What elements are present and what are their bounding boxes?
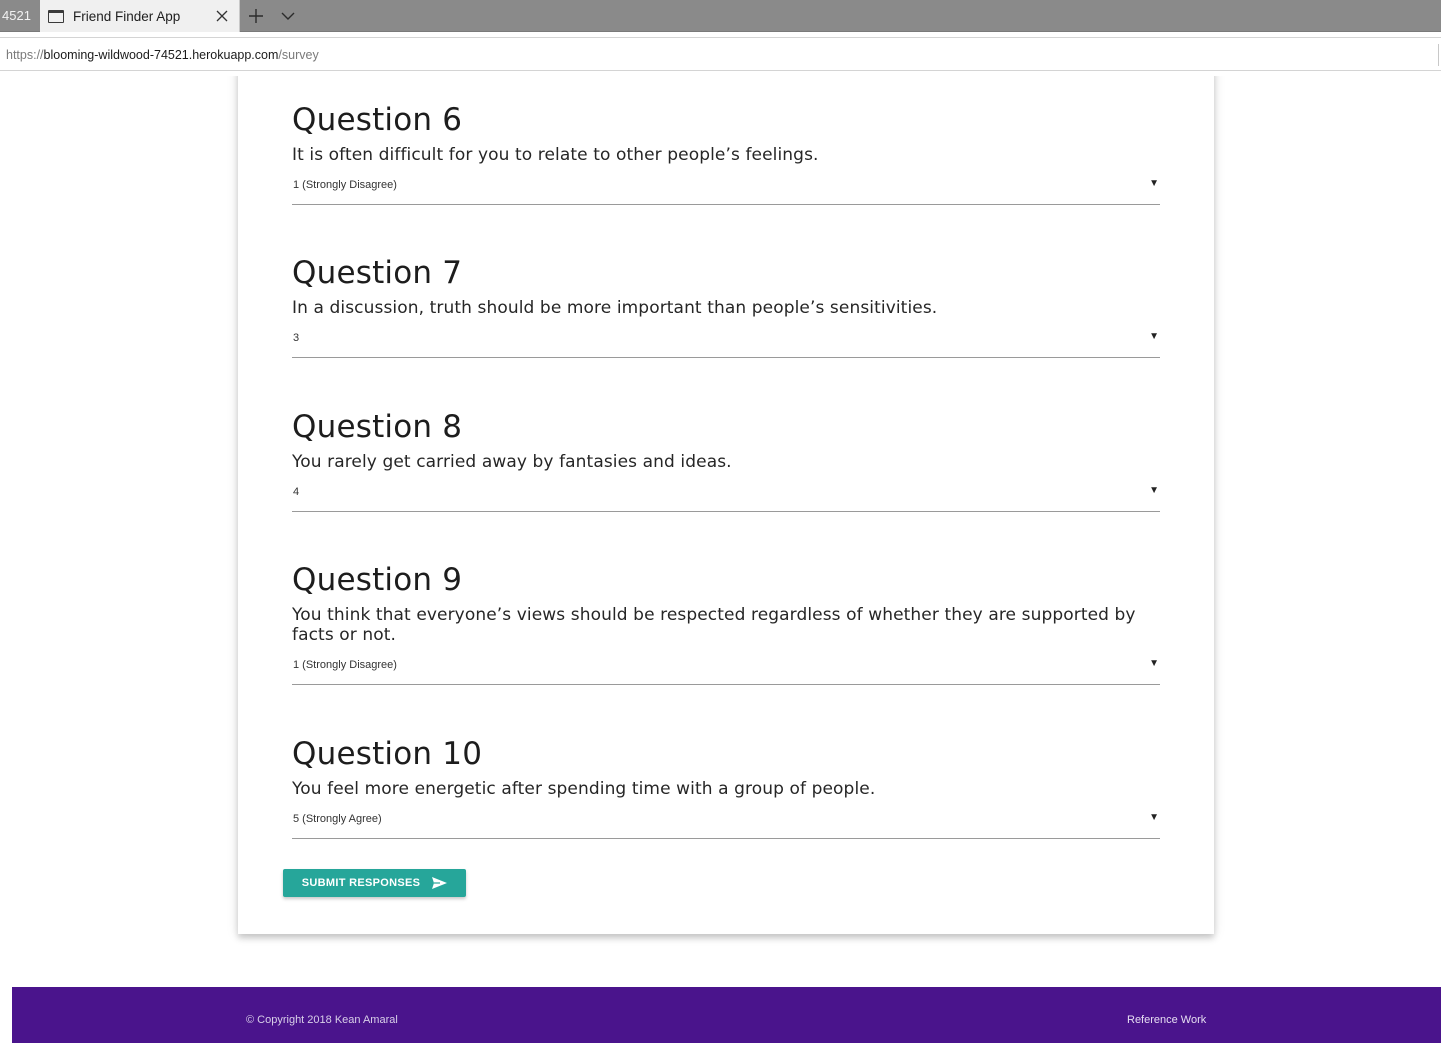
address-bar-divider bbox=[1438, 44, 1439, 66]
selected-value: 1 (Strongly Disagree) bbox=[293, 659, 397, 671]
question-title: Question 10 bbox=[292, 736, 483, 772]
active-tab[interactable]: Friend Finder App bbox=[40, 0, 240, 32]
submit-label: SUBMIT RESPONSES bbox=[301, 877, 421, 889]
close-tab-icon[interactable] bbox=[211, 0, 233, 32]
url-text[interactable]: https://blooming-wildwood-74521.herokuap… bbox=[6, 38, 319, 72]
send-icon bbox=[432, 877, 448, 889]
answer-select[interactable]: 4 ▼ bbox=[292, 484, 1160, 512]
chevron-down-icon[interactable] bbox=[273, 0, 303, 32]
dropdown-caret-icon: ▼ bbox=[1149, 485, 1159, 496]
page-icon bbox=[48, 9, 64, 23]
survey-card: Question 6 It is often difficult for you… bbox=[238, 76, 1214, 934]
address-bar[interactable]: https://blooming-wildwood-74521.herokuap… bbox=[0, 37, 1441, 71]
selected-value: 3 bbox=[293, 332, 300, 344]
page-viewport: Question 6 It is often difficult for you… bbox=[0, 76, 1441, 1043]
tab-title: Friend Finder App bbox=[73, 8, 181, 24]
previous-tab[interactable]: 4521 bbox=[0, 0, 40, 32]
question-9: Question 9 You think that everyone’s vie… bbox=[292, 558, 1160, 685]
selected-value: 4 bbox=[293, 486, 300, 498]
question-10: Question 10 You feel more energetic afte… bbox=[292, 732, 1160, 839]
page-footer: © Copyright 2018 Kean Amaral Reference W… bbox=[12, 987, 1441, 1043]
new-tab-icon[interactable] bbox=[241, 0, 271, 32]
url-protocol: https:// bbox=[6, 48, 44, 62]
question-text: You think that everyone’s views should b… bbox=[292, 605, 1136, 645]
question-text: In a discussion, truth should be more im… bbox=[292, 298, 938, 318]
question-text: You rarely get carried away by fantasies… bbox=[292, 452, 732, 472]
dropdown-caret-icon: ▼ bbox=[1149, 331, 1159, 342]
copyright-text: © Copyright 2018 Kean Amaral bbox=[246, 1014, 398, 1026]
answer-select[interactable]: 3 ▼ bbox=[292, 330, 1160, 358]
selected-value: 1 (Strongly Disagree) bbox=[293, 179, 397, 191]
answer-select[interactable]: 1 (Strongly Disagree) ▼ bbox=[292, 657, 1160, 685]
dropdown-caret-icon: ▼ bbox=[1149, 658, 1159, 669]
question-text: It is often difficult for you to relate … bbox=[292, 145, 819, 165]
question-text: You feel more energetic after spending t… bbox=[292, 779, 876, 799]
answer-select[interactable]: 1 (Strongly Disagree) ▼ bbox=[292, 177, 1160, 205]
question-7: Question 7 In a discussion, truth should… bbox=[292, 251, 1160, 358]
reference-work-link[interactable]: Reference Work bbox=[1127, 1014, 1206, 1026]
url-host: blooming-wildwood-74521.herokuapp.com bbox=[43, 48, 279, 62]
question-8: Question 8 You rarely get carried away b… bbox=[292, 405, 1160, 512]
dropdown-caret-icon: ▼ bbox=[1149, 178, 1159, 189]
question-6: Question 6 It is often difficult for you… bbox=[292, 98, 1160, 205]
question-title: Question 7 bbox=[292, 255, 463, 291]
question-title: Question 9 bbox=[292, 562, 463, 598]
url-path: /survey bbox=[278, 48, 319, 62]
question-title: Question 8 bbox=[292, 409, 463, 445]
selected-value: 5 (Strongly Agree) bbox=[293, 813, 382, 825]
answer-select[interactable]: 5 (Strongly Agree) ▼ bbox=[292, 811, 1160, 839]
question-title: Question 6 bbox=[292, 102, 463, 138]
browser-tab-bar: 4521 Friend Finder App bbox=[0, 0, 1441, 32]
dropdown-caret-icon: ▼ bbox=[1149, 812, 1159, 823]
submit-responses-button[interactable]: SUBMIT RESPONSES bbox=[283, 869, 466, 897]
